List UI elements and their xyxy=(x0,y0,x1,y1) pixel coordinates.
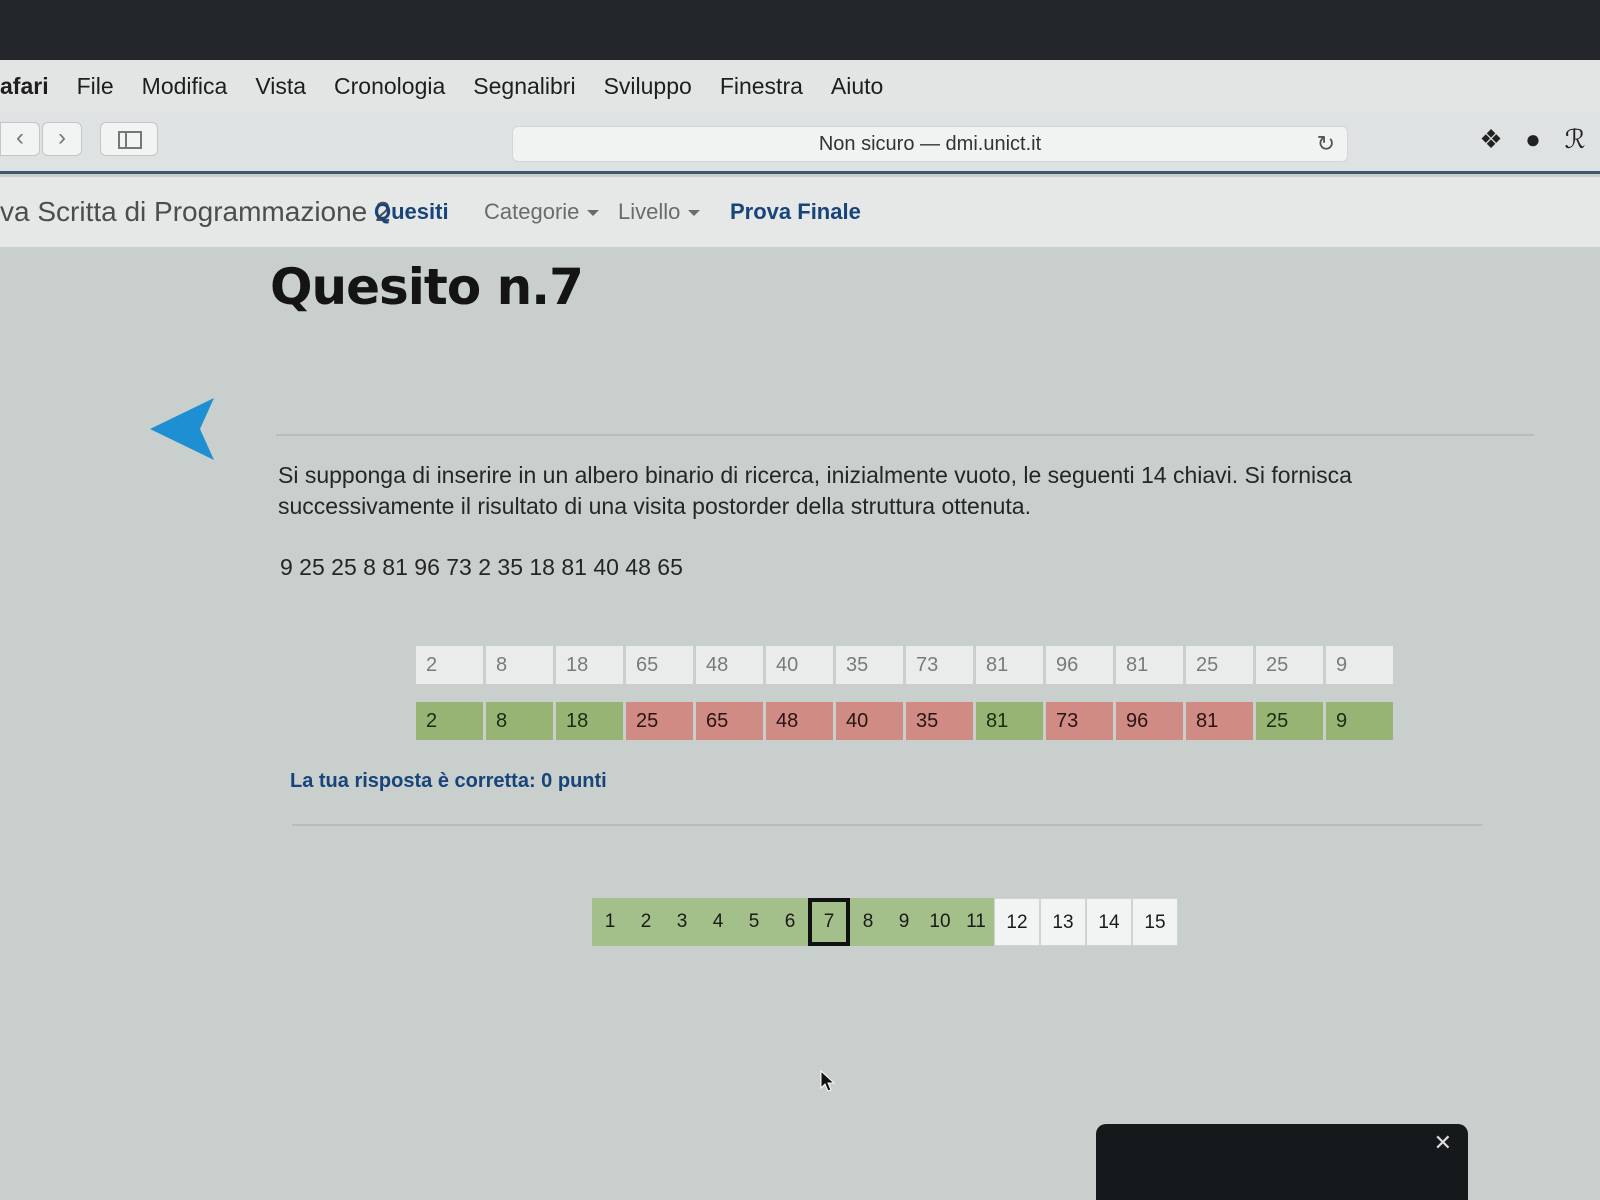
menu-help[interactable]: Aiuto xyxy=(831,73,883,100)
menu-develop[interactable]: Sviluppo xyxy=(604,73,692,100)
solution-cell: 81 xyxy=(976,702,1043,740)
menu-edit[interactable]: Modifica xyxy=(142,73,228,100)
reload-icon[interactable]: ↻ xyxy=(1317,131,1335,157)
page-link[interactable]: 4 xyxy=(700,898,736,946)
answer-cell[interactable]: 25 xyxy=(1186,646,1253,684)
solution-cell: 9 xyxy=(1326,702,1393,740)
question-pager: 1 2 3 4 5 6 7 8 9 10 11 12 13 14 15 xyxy=(592,898,1178,946)
result-message: La tua risposta è corretta: 0 punti xyxy=(290,770,607,792)
nav-livello[interactable]: Livello xyxy=(618,199,701,225)
question-text: Si supponga di inserire in un albero bin… xyxy=(278,462,1352,519)
answer-cell[interactable]: 81 xyxy=(976,646,1043,684)
caret-down-icon xyxy=(688,210,701,217)
page-link[interactable]: 15 xyxy=(1132,898,1178,946)
page-link[interactable]: 1 xyxy=(592,898,628,946)
page-link[interactable]: 12 xyxy=(994,898,1040,946)
answer-row: 2 8 18 65 48 40 35 73 81 96 81 25 25 9 xyxy=(416,646,1393,684)
close-icon[interactable]: ✕ xyxy=(1434,1130,1452,1156)
divider-bottom xyxy=(292,824,1482,826)
nav-categorie[interactable]: Categorie xyxy=(484,199,600,225)
page-link-current[interactable]: 7 xyxy=(808,898,850,946)
page-link[interactable]: 14 xyxy=(1086,898,1132,946)
solution-cell: 8 xyxy=(486,702,553,740)
nav-categorie-label: Categorie xyxy=(484,199,580,224)
mouse-cursor-icon xyxy=(820,1070,836,1092)
answer-cell[interactable]: 2 xyxy=(416,646,483,684)
answer-cell[interactable]: 65 xyxy=(626,646,693,684)
solution-cell: 48 xyxy=(766,702,833,740)
site-navbar: va Scritta di Programmazione 2 Quesiti C… xyxy=(0,177,1600,247)
solution-cell: 25 xyxy=(1256,702,1323,740)
browser-toolbar: ‹ › Non sicuro — dmi.unict.it ↻ ❖ ● ℛ xyxy=(0,112,1600,174)
extension-icons: ❖ ● ℛ xyxy=(1476,124,1590,155)
page-link[interactable]: 3 xyxy=(664,898,700,946)
menu-history[interactable]: Cronologia xyxy=(334,73,445,100)
menu-view[interactable]: Vista xyxy=(255,73,306,100)
caret-down-icon xyxy=(587,210,600,217)
check-shield-icon[interactable]: ● xyxy=(1518,124,1548,155)
monitor-bezel xyxy=(0,0,1600,60)
screen: afari File Modifica Vista Cronologia Seg… xyxy=(0,60,1600,1200)
answer-cell[interactable]: 73 xyxy=(906,646,973,684)
menu-window[interactable]: Finestra xyxy=(720,73,803,100)
divider-top xyxy=(276,434,1534,436)
answer-cell[interactable]: 81 xyxy=(1116,646,1183,684)
answer-cell[interactable]: 18 xyxy=(556,646,623,684)
page-link[interactable]: 2 xyxy=(628,898,664,946)
notification-panel: ✕ xyxy=(1096,1124,1468,1200)
sidebar-toggle-button[interactable] xyxy=(100,122,158,156)
menu-app[interactable]: afari xyxy=(0,73,49,100)
page-link[interactable]: 9 xyxy=(886,898,922,946)
page-link[interactable]: 6 xyxy=(772,898,808,946)
page-title: Quesito n.7 xyxy=(270,258,584,316)
answer-cell[interactable]: 9 xyxy=(1326,646,1393,684)
solution-cell: 65 xyxy=(696,702,763,740)
solution-cell: 18 xyxy=(556,702,623,740)
solution-cell: 2 xyxy=(416,702,483,740)
nav-quesiti[interactable]: Quesiti xyxy=(374,199,449,225)
solution-row: 2 8 18 25 65 48 40 35 81 73 96 81 25 9 xyxy=(416,702,1393,740)
solution-cell: 25 xyxy=(626,702,693,740)
chevron-left-icon: ‹ xyxy=(16,124,24,151)
page-link[interactable]: 8 xyxy=(850,898,886,946)
answer-cell[interactable]: 96 xyxy=(1046,646,1113,684)
address-text: Non sicuro — dmi.unict.it xyxy=(818,132,1042,155)
dropbox-icon[interactable]: ❖ xyxy=(1476,124,1506,155)
script-icon[interactable]: ℛ xyxy=(1560,124,1590,155)
answer-cell[interactable]: 25 xyxy=(1256,646,1323,684)
answer-cell[interactable]: 48 xyxy=(696,646,763,684)
solution-cell: 73 xyxy=(1046,702,1113,740)
nav-prova-finale[interactable]: Prova Finale xyxy=(730,199,861,225)
page-link[interactable]: 11 xyxy=(958,898,994,946)
page-link[interactable]: 5 xyxy=(736,898,772,946)
solution-cell: 81 xyxy=(1186,702,1253,740)
keys-sequence: 9 25 25 8 81 96 73 2 35 18 81 40 48 65 xyxy=(280,554,683,580)
prev-arrow-icon[interactable] xyxy=(150,396,220,462)
solution-cell: 40 xyxy=(836,702,903,740)
menu-file[interactable]: File xyxy=(77,73,114,100)
forward-button[interactable]: › xyxy=(42,122,82,156)
solution-cell: 96 xyxy=(1116,702,1183,740)
answer-cell[interactable]: 8 xyxy=(486,646,553,684)
nav-livello-label: Livello xyxy=(618,199,681,224)
address-bar[interactable]: Non sicuro — dmi.unict.it ↻ xyxy=(512,126,1348,162)
menu-bookmarks[interactable]: Segnalibri xyxy=(473,73,575,100)
solution-cell: 35 xyxy=(906,702,973,740)
back-button[interactable]: ‹ xyxy=(0,122,40,156)
site-brand[interactable]: va Scritta di Programmazione 2 xyxy=(0,196,391,228)
menu-bar: afari File Modifica Vista Cronologia Seg… xyxy=(0,60,1600,112)
chevron-right-icon: › xyxy=(58,124,66,151)
page-link[interactable]: 10 xyxy=(922,898,958,946)
sidebar-icon xyxy=(118,131,142,149)
answer-cell[interactable]: 35 xyxy=(836,646,903,684)
answer-cell[interactable]: 40 xyxy=(766,646,833,684)
page-link[interactable]: 13 xyxy=(1040,898,1086,946)
